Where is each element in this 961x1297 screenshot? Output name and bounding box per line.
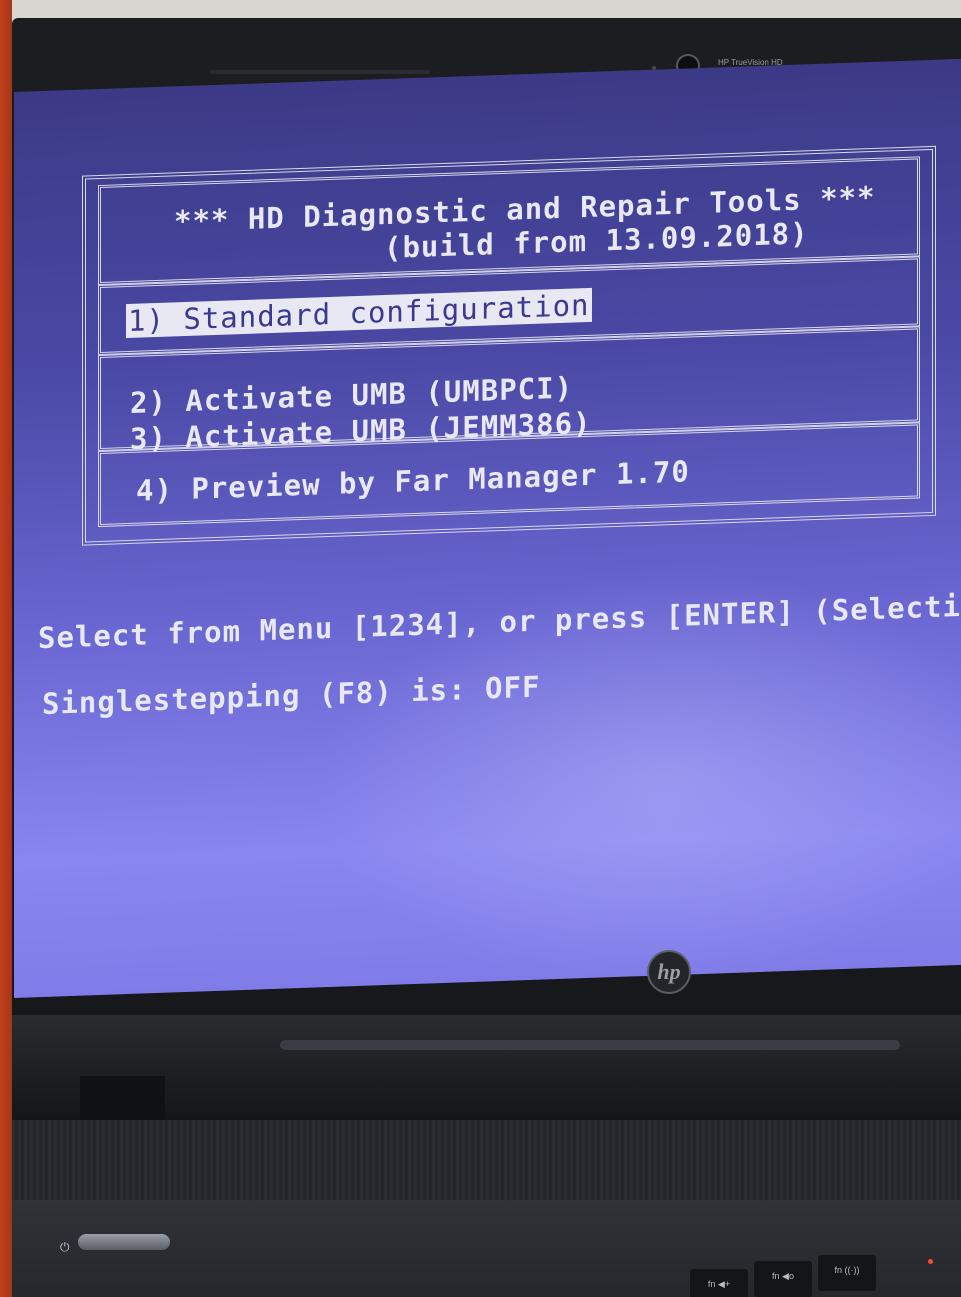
hp-logo-icon: hp [647,950,691,994]
dos-screen: *** HD Diagnostic and Repair Tools *** (… [14,58,961,998]
boot-menu: *** HD Diagnostic and Repair Tools *** (… [14,59,961,998]
wireless-led-icon [928,1259,933,1264]
bezel-strip [210,70,430,74]
red-case-edge [0,0,12,1297]
laptop-photo: HP TrueVision HD *** HD Diagnostic and R… [0,0,961,1297]
singlestepping-status: Singlestepping (F8) is: OFF [42,669,541,722]
key-mute[interactable]: fn ◀o [754,1261,812,1297]
hinge-bar [280,1040,900,1050]
key-volume-up[interactable]: fn ◀+ [690,1269,748,1297]
function-keys: fn ◀+ fn ◀o fn ((·)) [690,1255,961,1297]
power-button[interactable] [78,1234,170,1250]
selection-prompt: Select from Menu [1234], or press [ENTER… [38,585,961,656]
key-wireless[interactable]: fn ((·)) [818,1255,876,1291]
power-icon: ⏻ [60,1240,70,1254]
